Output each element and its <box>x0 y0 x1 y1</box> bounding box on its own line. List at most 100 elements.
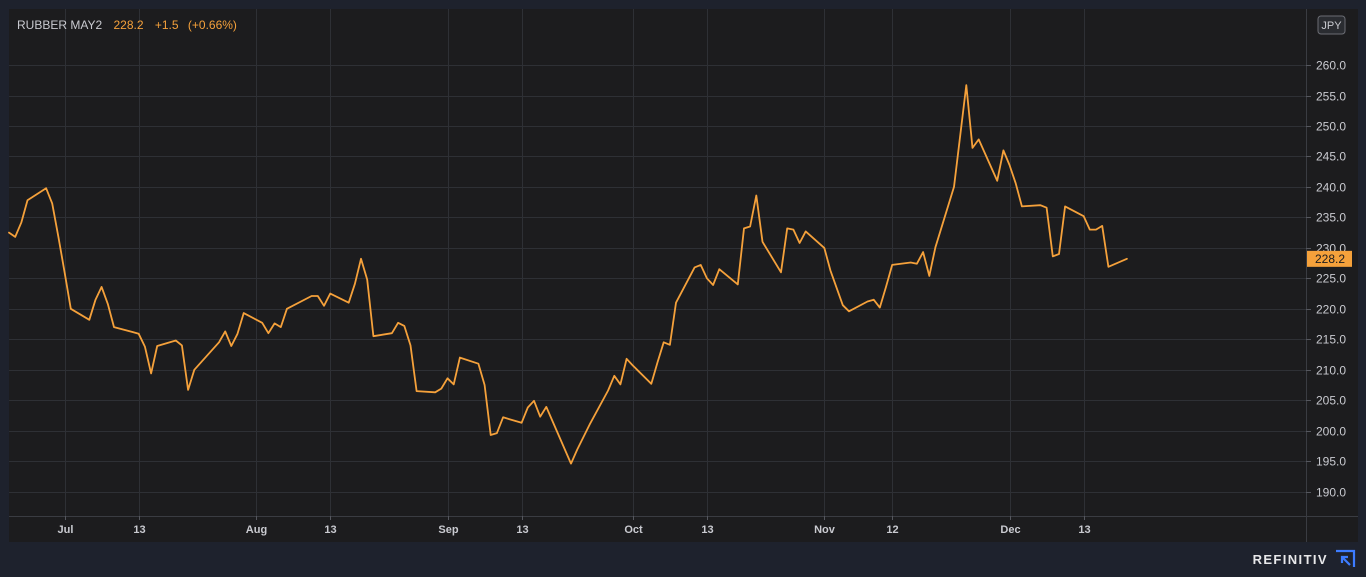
y-tick-label: 200.0 <box>1316 425 1346 439</box>
data-point <box>348 302 350 304</box>
x-tick-label: 12 <box>886 524 898 536</box>
data-point <box>113 326 115 328</box>
y-tick-label: 205.0 <box>1316 394 1346 408</box>
data-point <box>193 369 195 371</box>
x-tick-label: Oct <box>624 524 643 536</box>
x-tick-label: 13 <box>133 524 145 536</box>
data-point <box>910 262 912 264</box>
data-point <box>224 330 226 332</box>
legend-symbol: RUBBER MAY2 <box>17 18 102 32</box>
data-point <box>1002 149 1004 151</box>
y-tick-label: 260.0 <box>1316 59 1346 73</box>
data-point <box>743 227 745 229</box>
brand-mark-icon <box>1336 549 1356 567</box>
data-point <box>805 230 807 232</box>
y-tick-label: 195.0 <box>1316 455 1346 469</box>
data-point <box>187 389 189 391</box>
data-point <box>496 432 498 434</box>
data-point <box>391 332 393 334</box>
data-point <box>891 264 893 266</box>
data-point <box>261 322 263 324</box>
data-point <box>1015 182 1017 184</box>
data-point <box>1126 258 1128 260</box>
data-point <box>749 226 751 228</box>
currency-badge[interactable]: JPY <box>1317 15 1346 35</box>
y-tick-label: 255.0 <box>1316 90 1346 104</box>
data-point <box>632 365 634 367</box>
data-point <box>274 322 276 324</box>
data-point <box>360 258 362 260</box>
data-point <box>706 277 708 279</box>
data-point <box>521 422 523 424</box>
data-point <box>280 326 282 328</box>
data-point <box>434 391 436 393</box>
data-point <box>978 138 980 140</box>
data-point <box>613 375 615 377</box>
data-point <box>675 302 677 304</box>
x-tick-label: Nov <box>814 524 836 536</box>
data-point <box>403 325 405 327</box>
data-point <box>372 335 374 337</box>
data-point <box>669 344 671 346</box>
y-tick-label: 245.0 <box>1316 150 1346 164</box>
legend-last-value: 228.2 <box>113 18 143 32</box>
data-point <box>447 377 449 379</box>
refinitiv-logo: REFINITIV <box>1253 549 1358 569</box>
data-point <box>484 384 486 386</box>
data-point <box>576 449 578 451</box>
data-point <box>873 299 875 301</box>
x-tick-label: Dec <box>1000 524 1020 536</box>
data-point <box>762 241 764 243</box>
data-point <box>477 363 479 365</box>
data-point <box>286 308 288 310</box>
data-point <box>181 344 183 346</box>
data-point <box>539 416 541 418</box>
data-point <box>70 308 72 310</box>
data-point <box>1039 204 1041 206</box>
y-tick-label: 235.0 <box>1316 211 1346 225</box>
data-point <box>57 236 59 238</box>
data-point <box>14 236 16 238</box>
data-point <box>663 341 665 343</box>
data-point <box>267 332 269 334</box>
data-point <box>20 221 22 223</box>
data-point <box>829 269 831 271</box>
brand-name: REFINITIV <box>1252 551 1328 567</box>
data-point <box>138 333 140 335</box>
y-tick-label: 250.0 <box>1316 120 1346 134</box>
data-point <box>1052 255 1054 257</box>
data-point <box>175 340 177 342</box>
legend: RUBBER MAY2 228.2 +1.5 (+0.66%) <box>17 18 237 32</box>
data-point <box>972 147 974 149</box>
y-tick-label: 190.0 <box>1316 486 1346 500</box>
data-point <box>823 247 825 249</box>
currency-label: JPY <box>1321 20 1342 32</box>
data-point <box>144 346 146 348</box>
data-point <box>965 84 967 86</box>
data-point <box>45 187 47 189</box>
data-point <box>410 344 412 346</box>
last-price-tag: 228.2 <box>1307 250 1352 267</box>
data-point <box>490 434 492 436</box>
data-point <box>570 463 572 465</box>
data-point <box>88 319 90 321</box>
data-point <box>527 407 529 409</box>
data-point <box>502 416 504 418</box>
data-point <box>934 246 936 248</box>
legend-change-percent: (+0.66%) <box>188 18 237 32</box>
data-point <box>792 229 794 231</box>
data-point <box>1095 229 1097 231</box>
data-point <box>107 303 109 305</box>
data-point <box>786 227 788 229</box>
data-point <box>1083 215 1085 217</box>
chart: 190.0 195.0 200.0 205.0 210.0 215.0 220.0 225.0… <box>0 0 1366 572</box>
data-point <box>95 299 97 301</box>
data-point <box>718 268 720 270</box>
data-point <box>619 383 621 385</box>
data-point <box>867 301 869 303</box>
data-point <box>459 357 461 359</box>
y-tick-label: 215.0 <box>1316 333 1346 347</box>
data-point <box>545 406 547 408</box>
x-tick-label: 13 <box>1078 524 1090 536</box>
data-point <box>317 295 319 297</box>
